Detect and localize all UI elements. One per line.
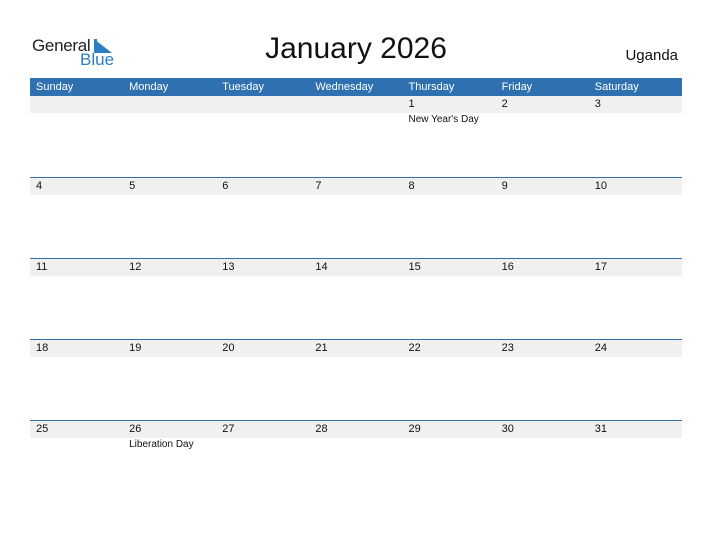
holiday-label xyxy=(216,438,309,450)
holiday-label xyxy=(30,438,123,450)
calendar-grid: Sunday Monday Tuesday Wednesday Thursday… xyxy=(30,78,682,501)
weekday-header: Sunday Monday Tuesday Wednesday Thursday… xyxy=(30,78,682,96)
holiday-label xyxy=(30,113,123,125)
weekday-wednesday: Wednesday xyxy=(315,81,374,93)
date-strip: 18 19 20 21 22 23 24 xyxy=(30,340,682,357)
day-number: 20 xyxy=(222,342,235,354)
day-number: 11 xyxy=(36,261,48,273)
day-number xyxy=(30,96,123,113)
holiday-label xyxy=(496,195,589,196)
holiday-label xyxy=(309,113,402,125)
events-row xyxy=(30,276,682,277)
day-number: 7 xyxy=(315,180,322,192)
day-number: 28 xyxy=(315,423,328,435)
day-number: 5 xyxy=(129,180,136,192)
day-number xyxy=(123,96,216,113)
holiday-label xyxy=(123,276,216,277)
day-number: 15 xyxy=(408,261,421,273)
holiday-label xyxy=(309,195,402,196)
day-number: 1 xyxy=(408,98,415,110)
page-title: January 2026 xyxy=(265,32,447,65)
day-number: 30 xyxy=(501,423,514,435)
day-number: 18 xyxy=(36,342,49,354)
day-number: 19 xyxy=(129,342,142,354)
day-number: 13 xyxy=(222,261,235,273)
day-number: 27 xyxy=(222,423,235,435)
day-number: 31 xyxy=(594,423,607,435)
holiday-label xyxy=(123,195,216,196)
weekday-monday: Monday xyxy=(129,81,169,93)
weekday-sunday: Sunday xyxy=(36,81,74,93)
day-number: 14 xyxy=(315,261,328,273)
date-strip: 25 26 27 28 29 30 31 xyxy=(30,421,682,438)
holiday-label xyxy=(589,438,682,450)
week-row: 18 19 20 21 22 23 24 xyxy=(30,339,682,420)
week-row: 4 5 6 7 8 9 10 xyxy=(30,177,682,258)
holiday-label xyxy=(216,195,309,196)
holiday-label xyxy=(589,113,682,125)
day-number xyxy=(309,96,402,113)
day-number: 26 xyxy=(129,423,142,435)
holiday-label xyxy=(309,276,402,277)
weekday-tuesday: Tuesday xyxy=(222,81,265,93)
holiday-label xyxy=(589,357,682,358)
holiday-label xyxy=(403,438,496,450)
day-number: 12 xyxy=(129,261,142,273)
holiday-label xyxy=(403,357,496,358)
day-number: 24 xyxy=(594,342,607,354)
day-number: 4 xyxy=(36,180,43,192)
holiday-label xyxy=(30,195,123,196)
day-number: 23 xyxy=(501,342,514,354)
country-label: Uganda xyxy=(625,47,678,64)
holiday-label xyxy=(216,113,309,125)
holiday-label xyxy=(589,276,682,277)
events-row xyxy=(30,195,682,196)
day-number xyxy=(216,96,309,113)
holiday-label xyxy=(496,276,589,277)
day-number: 22 xyxy=(408,342,421,354)
events-row xyxy=(30,357,682,358)
holiday-label xyxy=(403,276,496,277)
day-number: 9 xyxy=(501,180,508,192)
events-row: Liberation Day xyxy=(30,438,682,450)
day-number: 16 xyxy=(501,261,514,273)
week-row: 1 2 3 New Year's Day xyxy=(30,96,682,177)
weekday-thursday: Thursday xyxy=(408,81,455,93)
holiday-label xyxy=(30,276,123,277)
day-number: 25 xyxy=(36,423,49,435)
holiday-label xyxy=(309,357,402,358)
weekday-friday: Friday xyxy=(501,81,533,93)
holiday-label xyxy=(216,276,309,277)
holiday-label xyxy=(309,438,402,450)
day-number: 2 xyxy=(501,98,508,110)
holiday-label: Liberation Day xyxy=(129,439,194,450)
week-row: 25 26 27 28 29 30 31 Liberation Day xyxy=(30,420,682,501)
holiday-label xyxy=(216,357,309,358)
date-strip: 11 12 13 14 15 16 17 xyxy=(30,259,682,276)
holiday-label xyxy=(496,438,589,450)
holiday-label xyxy=(403,195,496,196)
holiday-label xyxy=(123,357,216,358)
day-number: 17 xyxy=(594,261,607,273)
day-number: 8 xyxy=(408,180,415,192)
holiday-label xyxy=(496,113,589,125)
holiday-label xyxy=(496,357,589,358)
date-strip: 1 2 3 xyxy=(30,96,682,113)
events-row: New Year's Day xyxy=(30,113,682,125)
day-number: 29 xyxy=(408,423,421,435)
holiday-label xyxy=(589,195,682,196)
holiday-label xyxy=(123,113,216,125)
day-number: 3 xyxy=(594,98,601,110)
holiday-label: New Year's Day xyxy=(408,114,479,125)
day-number: 10 xyxy=(594,180,607,192)
weekday-saturday: Saturday xyxy=(594,81,639,93)
holiday-label xyxy=(30,357,123,358)
day-number: 21 xyxy=(315,342,328,354)
day-number: 6 xyxy=(222,180,229,192)
date-strip: 4 5 6 7 8 9 10 xyxy=(30,178,682,195)
week-row: 11 12 13 14 15 16 17 xyxy=(30,258,682,339)
